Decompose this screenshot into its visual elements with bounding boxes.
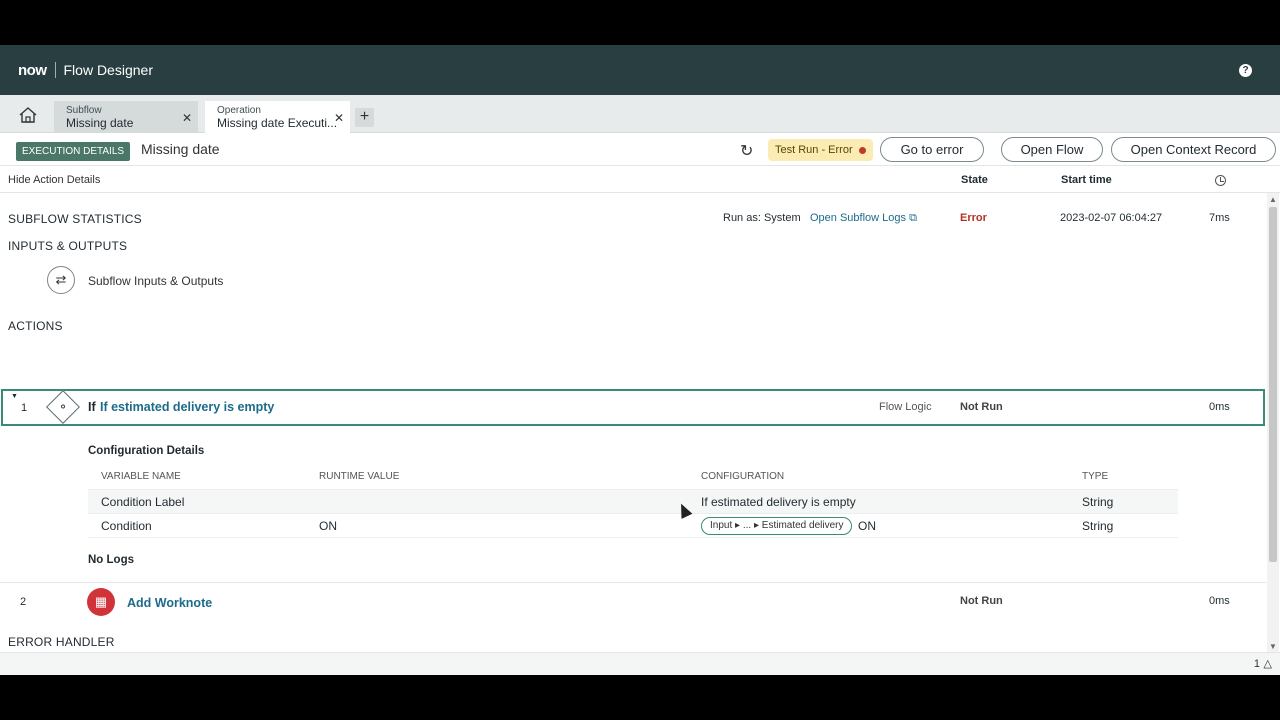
configuration-details-title: Configuration Details (88, 445, 205, 457)
run-as: Run as: System (723, 212, 801, 224)
subflow-inputs-outputs-link[interactable]: Subflow Inputs & Outputs (88, 274, 223, 288)
tab-subflow[interactable]: Subflow Missing date ✕ (54, 101, 198, 133)
column-header: RUNTIME VALUE (319, 471, 400, 482)
subflow-statistics-heading: SUBFLOW STATISTICS (8, 212, 142, 226)
action-duration: 0ms (1209, 401, 1230, 413)
subflow-start-time: 2023-02-07 06:04:27 (1060, 212, 1163, 224)
runtime-value: ON (319, 519, 337, 533)
close-icon[interactable]: ✕ (334, 111, 344, 125)
swap-arrows-icon[interactable]: ⇄ (47, 266, 75, 294)
tab-operation[interactable]: Operation Missing date Executi... ✕ (205, 101, 350, 133)
clock-icon (1215, 175, 1226, 186)
vertical-scrollbar[interactable]: ▲ ▼ (1267, 193, 1279, 653)
column-header: CONFIGURATION (701, 471, 785, 482)
configuration-table: VARIABLE NAME RUNTIME VALUE CONFIGURATIO… (88, 470, 1178, 538)
status-text: Test Run - Error (775, 144, 853, 156)
action-prefix: If (88, 400, 96, 414)
open-subflow-logs-link[interactable]: Open Subflow Logs ⧉ (810, 212, 917, 225)
tab-type: Subflow (66, 105, 102, 116)
actions-heading: ACTIONS (8, 319, 63, 333)
action-number: 2 (20, 596, 27, 608)
pill-segment: Input (710, 520, 733, 531)
action-state: Not Run (960, 595, 1003, 607)
home-icon[interactable] (18, 106, 38, 124)
action-state: Not Run (960, 401, 1003, 413)
tab-type: Operation (217, 105, 261, 116)
flow-designer-window: now Flow Designer ? Subflow Missing date… (0, 45, 1280, 675)
subflow-duration: 7ms (1209, 212, 1230, 224)
now-logo[interactable]: now (18, 62, 47, 79)
go-to-error-button[interactable]: Go to error (880, 137, 984, 162)
action-category: Flow Logic (879, 401, 932, 413)
tab-label: Missing date (66, 116, 134, 130)
subflow-state: Error (960, 212, 987, 224)
action-number: 1 (21, 402, 28, 414)
action-name-link[interactable]: If estimated delivery is empty (100, 400, 274, 414)
divider (0, 582, 1266, 583)
external-link-icon: ⧉ (909, 212, 917, 224)
pill-segment: Estimated delivery (761, 520, 844, 531)
worknote-icon: ▦ (87, 588, 115, 616)
refresh-icon[interactable]: ↻ (740, 141, 753, 161)
table-row: Condition ON Input ▸ ... ▸ Estimated del… (88, 514, 1178, 538)
error-handler-heading: ERROR HANDLER (8, 635, 115, 649)
no-logs-label: No Logs (88, 554, 134, 566)
open-context-record-button[interactable]: Open Context Record (1111, 137, 1276, 162)
tab-label: Missing date Executi... (217, 116, 338, 130)
caret-right-icon: ▸ (753, 520, 759, 531)
inputs-outputs-heading: INPUTS & OUTPUTS (8, 239, 128, 253)
scroll-down-icon[interactable]: ▼ (1269, 642, 1277, 651)
execution-toolbar: EXECUTION DETAILS Missing date ↻ Test Ru… (0, 133, 1280, 166)
action-duration: 0ms (1209, 595, 1230, 607)
add-worknote-link[interactable]: Add Worknote (127, 596, 212, 610)
column-header: TYPE (1082, 471, 1109, 482)
close-icon[interactable]: ✕ (182, 111, 192, 125)
variable-name: Condition (101, 519, 152, 533)
scroll-up-icon[interactable]: ▲ (1269, 195, 1277, 204)
variable-name: Condition Label (101, 495, 185, 509)
status-dot-icon (858, 146, 866, 154)
configuration-suffix: ON (858, 519, 876, 533)
data-pill[interactable]: Input ▸ ... ▸ Estimated delivery (701, 517, 853, 535)
flow-logic-icon: ⚬ (46, 390, 80, 424)
tab-bar: Subflow Missing date ✕ Operation Missing… (0, 95, 1280, 133)
status-footer: 1 △ (0, 652, 1280, 675)
header-divider (54, 62, 56, 78)
status-badge: Test Run - Error (768, 139, 873, 161)
type-value: String (1082, 495, 1114, 509)
execution-content: SUBFLOW STATISTICS Run as: System Open S… (0, 193, 1266, 653)
table-row: Condition Label If estimated delivery is… (88, 490, 1178, 514)
state-column-header: State (961, 174, 988, 186)
app-title: Flow Designer (63, 62, 153, 78)
hide-action-details-link[interactable]: Hide Action Details (8, 174, 100, 186)
execution-details-button[interactable]: EXECUTION DETAILS (16, 142, 131, 161)
action-row-1[interactable]: ▼ 1 ⚬ If If estimated delivery is empty … (1, 389, 1265, 426)
notification-count[interactable]: 1 (1254, 658, 1260, 670)
column-header: VARIABLE NAME (101, 471, 181, 482)
bell-icon[interactable]: △ (1264, 657, 1272, 670)
pill-segment: ... (742, 520, 752, 531)
start-time-column-header: Start time (1061, 174, 1112, 186)
type-value: String (1082, 519, 1114, 533)
logs-link-label: Open Subflow Logs (810, 212, 907, 224)
open-flow-button[interactable]: Open Flow (1001, 137, 1103, 162)
configuration-value: If estimated delivery is empty (701, 495, 856, 509)
expand-caret-icon[interactable]: ▼ (11, 393, 18, 400)
question-icon[interactable]: ? (1239, 64, 1252, 77)
run-name: Missing date (141, 141, 220, 157)
scroll-thumb[interactable] (1269, 207, 1277, 562)
add-tab-button[interactable]: + (355, 108, 374, 127)
config-header-row: VARIABLE NAME RUNTIME VALUE CONFIGURATIO… (88, 470, 1178, 490)
column-header-row: Hide Action Details State Start time (0, 167, 1280, 193)
caret-right-icon: ▸ (735, 520, 741, 531)
app-header: now Flow Designer ? (0, 45, 1280, 95)
